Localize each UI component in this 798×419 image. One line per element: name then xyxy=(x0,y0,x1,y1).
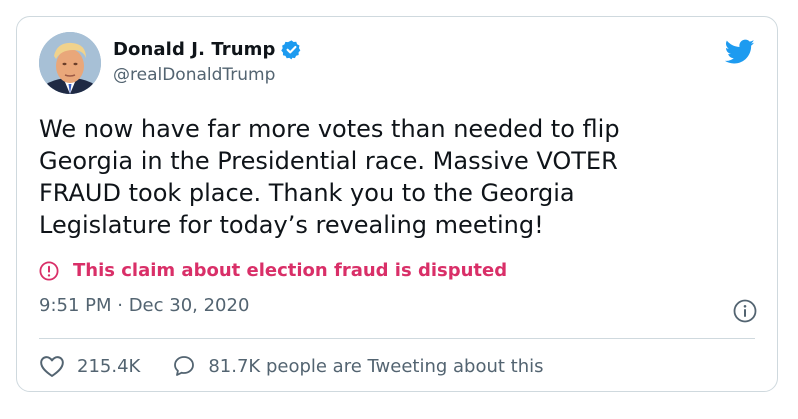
like-button[interactable]: 215.4K xyxy=(39,354,140,378)
heart-icon xyxy=(40,356,64,377)
tweet-text: We now have far more votes than needed t… xyxy=(39,115,620,239)
tweet-card[interactable]: Donald J. Trump @realDonaldTrump We now … xyxy=(16,16,778,392)
author-name-row[interactable]: Donald J. Trump xyxy=(113,37,302,61)
like-count: 215.4K xyxy=(77,355,141,377)
dispute-label-text[interactable]: This claim about election fraud is dispu… xyxy=(73,260,507,281)
exclamation-circle-icon xyxy=(39,260,59,281)
avatar[interactable] xyxy=(39,32,101,94)
speech-bubble-icon xyxy=(174,356,195,376)
info-icon[interactable] xyxy=(733,299,757,323)
conversation-text[interactable]: 81.7K people are Tweeting about this xyxy=(208,356,543,377)
twitter-bird-icon[interactable] xyxy=(724,39,755,65)
conversation-link[interactable]: 81.7K people are Tweeting about this xyxy=(172,354,544,378)
divider xyxy=(39,338,755,339)
dispute-label[interactable]: This claim about election fraud is dispu… xyxy=(39,260,507,281)
profile-photo-icon xyxy=(39,32,101,94)
tweet-actions: 215.4K 81.7K people are Tweeting about t… xyxy=(39,353,544,379)
author-handle[interactable]: @realDonaldTrump xyxy=(113,65,275,85)
tweet-timestamp[interactable]: 9:51 PM · Dec 30, 2020 xyxy=(39,295,249,316)
author-display-name[interactable]: Donald J. Trump xyxy=(113,39,276,60)
verified-badge-icon xyxy=(280,39,302,60)
